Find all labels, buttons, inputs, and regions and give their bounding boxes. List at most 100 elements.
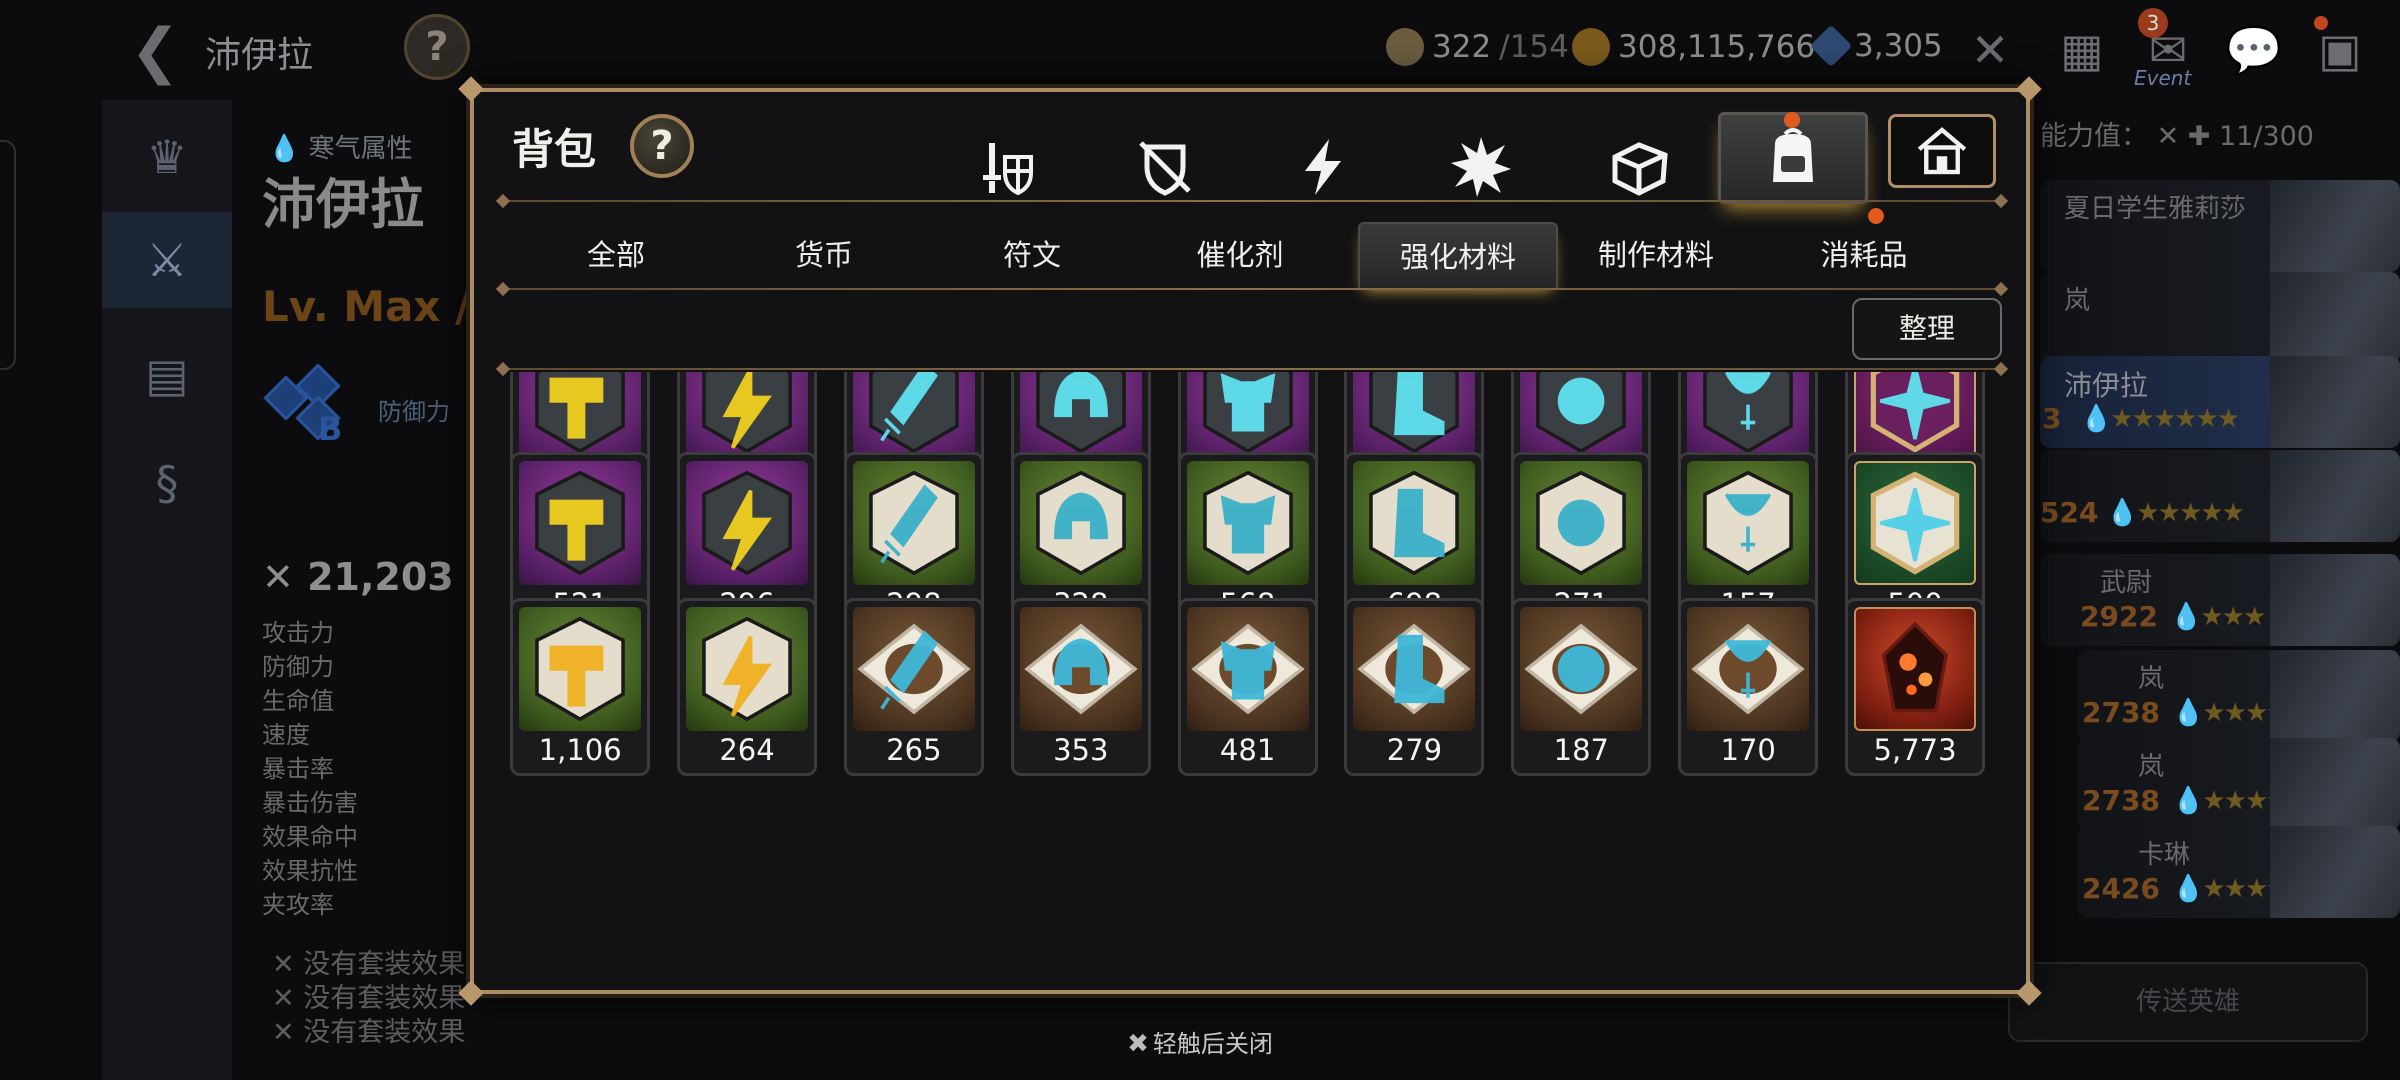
divider-end (495, 281, 511, 297)
help-button[interactable]: ? (404, 14, 470, 80)
inventory-title: 背包 (512, 125, 597, 174)
house-icon[interactable] (1888, 114, 1996, 188)
stamina-display[interactable]: 322 /154 (1386, 28, 1569, 66)
mail-badge: 3 (2138, 8, 2168, 38)
hero-list-cp: 2922 (2080, 600, 2158, 633)
tab-crafting-materials[interactable]: 制作材料 (1556, 222, 1756, 288)
sword-stone-icon (852, 461, 975, 585)
bolt-stone-icon (686, 461, 809, 585)
star-crest-icon (1854, 461, 1977, 585)
ring-stone-icon (1520, 461, 1643, 585)
tab-enhance-materials[interactable]: 强化材料 (1358, 222, 1558, 288)
divider-line (504, 368, 2000, 370)
star-crest-icon (1854, 372, 1977, 463)
sort-button[interactable]: 整理 (1852, 298, 2002, 360)
hero-list-name: 武尉 (2100, 568, 2153, 598)
inventory-help-button[interactable]: ? (630, 114, 694, 178)
gold-display[interactable]: 308,115,766 (1572, 28, 1815, 66)
tab-runes[interactable]: 符文 (932, 222, 1132, 288)
inventory-slot[interactable]: 1,106 (510, 598, 651, 776)
hammer-rune-icon (519, 372, 642, 463)
hero-list-name: 沛伊拉 (2064, 369, 2149, 402)
stat-label: 夹攻率 (262, 891, 334, 919)
hero-side-nav: ♛ ⚔ ▤ § (102, 100, 232, 1080)
helmet-stone-icon (1019, 372, 1142, 463)
back-arrow-icon[interactable]: ❮ (130, 16, 180, 86)
stat-label: 效果抗性 (262, 857, 358, 885)
hero-portrait (2270, 450, 2400, 542)
profile-card-icon[interactable]: ▤ (132, 340, 202, 410)
item-count: 353 (1053, 733, 1109, 767)
item-count: 1,106 (538, 733, 622, 767)
inventory-slot[interactable]: 170 (1678, 598, 1819, 776)
stat-label: 速度 (262, 721, 310, 749)
hero-list-item-selected[interactable]: 沛伊拉 3 💧★★★★★★ (2040, 356, 2400, 448)
hero-list-item[interactable]: 夏日学生雅莉莎 (2040, 180, 2400, 272)
item-grid[interactable]: 1111111615617014110717952129629832856869… (504, 372, 2000, 978)
helmet-stone-icon (1019, 461, 1142, 585)
close-hint[interactable]: ✖ 轻触后关闭 (0, 1024, 2400, 1059)
ring-stone-icon (1520, 372, 1643, 463)
stat-label: 防御力 (262, 653, 334, 681)
scroll-icon[interactable]: § (132, 448, 202, 518)
inventory-slot[interactable]: 5,773 (1845, 598, 1986, 776)
skystone-icon (1809, 24, 1853, 68)
burst-icon[interactable] (1436, 122, 1526, 212)
inventory-slot[interactable]: 264 (677, 598, 818, 776)
item-count: 170 (1720, 733, 1776, 767)
hero-list-item[interactable]: 524 💧★★★★★ (2040, 450, 2400, 542)
hero-portrait (2270, 272, 2400, 364)
tab-currency[interactable]: 货币 (724, 222, 924, 288)
stamina-icon (1386, 28, 1424, 66)
item-count: 481 (1219, 733, 1276, 767)
close-x-icon: ✖ (1127, 1029, 1149, 1059)
armor-stone-icon (1186, 372, 1309, 463)
item-count: 187 (1553, 733, 1609, 767)
hero-crest-icon[interactable]: ♛ (132, 122, 202, 192)
armor-stone-icon (1186, 461, 1309, 585)
inventory-slot[interactable]: 187 (1511, 598, 1652, 776)
shield-cross-icon[interactable] (1120, 122, 1210, 212)
inventory-slot[interactable]: 265 (843, 598, 984, 776)
hero-list-cp: 524 (2040, 496, 2099, 529)
close-hint-text: 轻触后关闭 (1152, 1030, 1273, 1058)
equipment-icon[interactable]: ⚔ (102, 212, 232, 308)
hero-name: 沛伊拉 (262, 173, 424, 236)
boot-stone-icon (1353, 461, 1476, 585)
necklace-stone-icon (1687, 372, 1810, 463)
item-count: 279 (1386, 733, 1443, 767)
stamina-max: /154 (1499, 29, 1569, 65)
combat-power-value: 21,203 (307, 555, 454, 599)
battle-icon[interactable]: ✕ (1956, 16, 2024, 84)
hero-list-item[interactable]: 卡琳 2426 💧★★★★ (2078, 826, 2400, 918)
hero-portrait (2270, 738, 2400, 830)
weapon-armor-icon[interactable] (962, 122, 1052, 212)
inventory-slot[interactable]: 279 (1344, 598, 1485, 776)
hammer-stone-icon (519, 461, 642, 585)
hero-portrait (2270, 826, 2400, 918)
hero-list-item[interactable]: 岚 2738 💧★★★★★ (2078, 738, 2400, 830)
grade-letter: B (318, 410, 343, 448)
hero-list-item[interactable]: 岚 (2040, 272, 2400, 364)
hero-list-stars: 💧★★★★★★ (2080, 404, 2240, 434)
box-icon[interactable] (1594, 122, 1684, 212)
skystone-display[interactable]: 3,305 (1809, 24, 1943, 68)
hero-list-item[interactable]: 岚 2738 💧★★★★★ (2078, 650, 2400, 742)
hero-list-name: 岚 (2138, 664, 2165, 694)
lobby-icon[interactable]: ▦ (2048, 16, 2116, 84)
hero-list-item[interactable]: 武尉 2922 💧★★★ (2040, 554, 2400, 646)
inventory-slot[interactable]: 353 (1010, 598, 1151, 776)
event-label: Event (2134, 66, 2192, 90)
bolt-rune-icon (686, 372, 809, 463)
hero-list-stars: 💧★★★ (2170, 602, 2266, 632)
tab-consumables[interactable]: 消耗品 (1764, 222, 1964, 288)
tab-catalyst[interactable]: 催化剂 (1140, 222, 1340, 288)
ability-label: 能力值： ✕ ✚ 11/300 (2040, 121, 2314, 152)
tab-all[interactable]: 全部 (516, 222, 716, 288)
bolt-stone-icon (686, 607, 809, 731)
chat-icon[interactable]: 💬 (2220, 16, 2288, 84)
lightning-icon[interactable] (1278, 122, 1368, 212)
divider-end (1993, 281, 2009, 297)
inventory-slot[interactable]: 481 (1177, 598, 1318, 776)
fire-crystal-icon (1854, 607, 1977, 731)
